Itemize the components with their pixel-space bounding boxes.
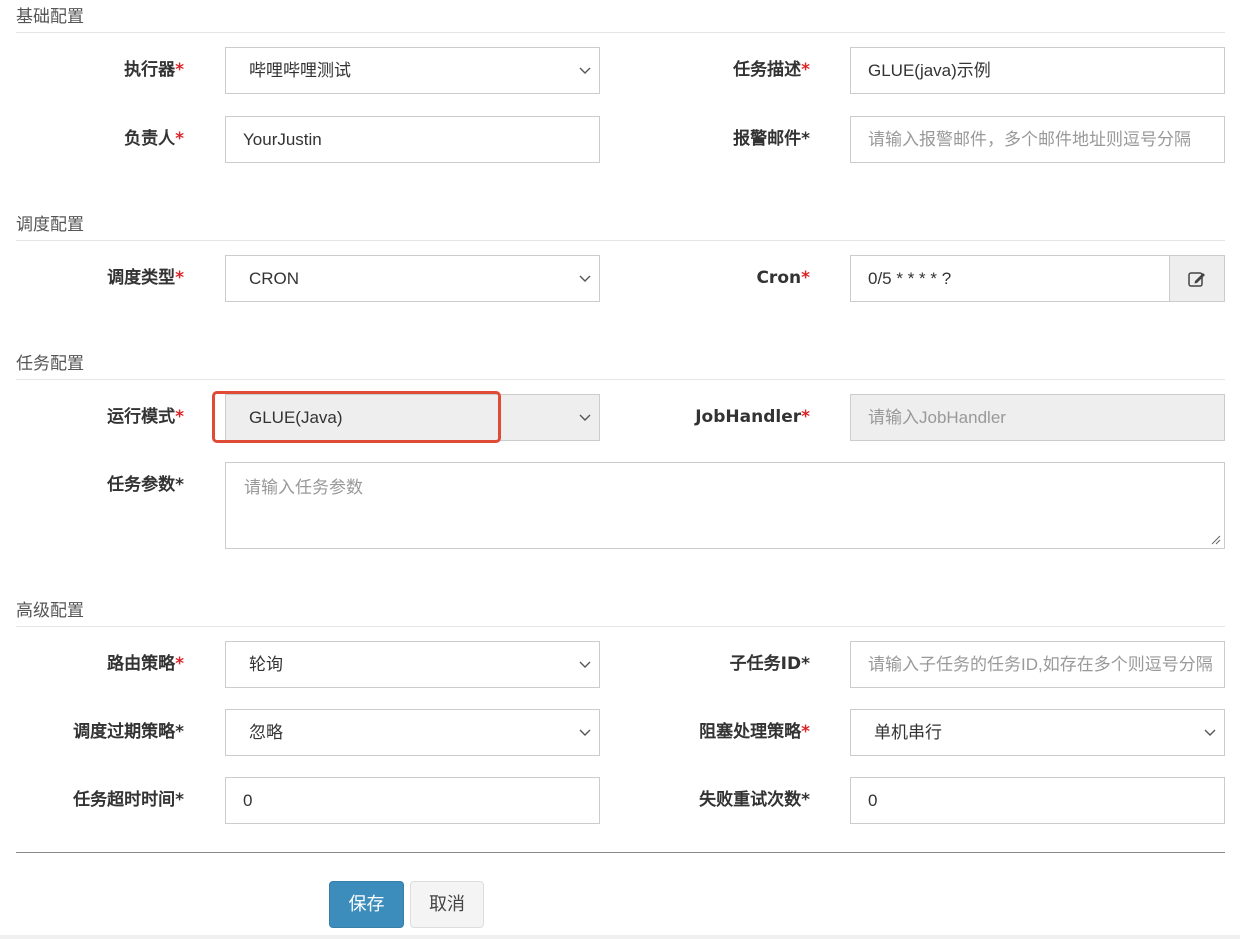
- executor-select[interactable]: 哔哩哔哩测试: [225, 47, 600, 94]
- required-mark: *: [175, 475, 184, 495]
- timeout-value: 0: [243, 791, 253, 810]
- schedule-type-value: CRON: [249, 269, 300, 288]
- timeout-label: 任务超时时间*: [4, 777, 184, 824]
- required-mark: *: [801, 129, 810, 149]
- job-param-textarea[interactable]: 请输入任务参数: [225, 462, 1225, 549]
- job-desc-input[interactable]: GLUE(java)示例: [850, 47, 1225, 94]
- block-strategy-label-text: 阻塞处理策略: [699, 722, 802, 742]
- job-handler-label: JobHandler*: [630, 394, 810, 441]
- required-mark: *: [175, 407, 184, 427]
- route-strategy-select[interactable]: 轮询: [225, 641, 600, 688]
- chevron-down-icon: [579, 729, 591, 736]
- alarm-email-placeholder: 请输入报警邮件，多个邮件地址则逗号分隔: [868, 130, 1191, 149]
- block-strategy-value: 单机串行: [874, 723, 942, 742]
- required-mark: *: [801, 407, 810, 427]
- block-strategy-select[interactable]: 单机串行: [850, 709, 1225, 756]
- job-param-placeholder: 请输入任务参数: [244, 478, 363, 497]
- bottom-strip: [0, 935, 1240, 939]
- child-job-id-label-text: 子任务ID: [729, 654, 802, 674]
- timeout-label-text: 任务超时时间: [73, 790, 176, 810]
- highlight-box: [212, 391, 501, 443]
- author-input[interactable]: YourJustin: [225, 116, 600, 163]
- schedule-type-label: 调度类型*: [4, 255, 184, 302]
- required-mark: *: [175, 60, 184, 80]
- alarm-email-label: 报警邮件*: [630, 116, 810, 163]
- cancel-button[interactable]: 取消: [410, 881, 484, 928]
- section-title-advanced: 高级配置: [16, 600, 1225, 627]
- cron-edit-button[interactable]: [1170, 255, 1225, 302]
- job-param-label-text: 任务参数: [107, 475, 176, 495]
- chevron-down-icon: [579, 414, 591, 421]
- required-mark: *: [801, 790, 810, 810]
- child-job-id-label: 子任务ID*: [630, 641, 810, 688]
- required-mark: *: [801, 60, 810, 80]
- required-mark: *: [801, 654, 810, 674]
- edit-icon: [1188, 272, 1205, 287]
- executor-label: 执行器*: [4, 47, 184, 94]
- job-handler-label-text: JobHandler: [695, 407, 802, 427]
- form-footer-divider: [16, 852, 1225, 853]
- fail-retry-label-text: 失败重试次数: [699, 790, 802, 810]
- job-desc-value: GLUE(java)示例: [868, 61, 991, 80]
- resize-handle-icon[interactable]: [1211, 535, 1221, 545]
- job-param-label: 任务参数*: [4, 462, 184, 509]
- save-button[interactable]: 保存: [329, 881, 404, 928]
- required-mark: *: [175, 722, 184, 742]
- misfire-strategy-label-text: 调度过期策略: [73, 722, 176, 742]
- job-desc-label-text: 任务描述: [733, 60, 802, 80]
- required-mark: *: [175, 790, 184, 810]
- schedule-type-label-text: 调度类型: [107, 268, 176, 288]
- executor-value: 哔哩哔哩测试: [249, 61, 351, 80]
- misfire-strategy-label: 调度过期策略*: [4, 709, 184, 756]
- cron-label: Cron*: [630, 255, 810, 302]
- fail-retry-value: 0: [868, 791, 878, 810]
- section-title-basic: 基础配置: [16, 6, 1225, 33]
- alarm-email-input[interactable]: 请输入报警邮件，多个邮件地址则逗号分隔: [850, 116, 1225, 163]
- required-mark: *: [175, 268, 184, 288]
- child-job-id-placeholder: 请输入子任务的任务ID,如存在多个则逗号分隔: [868, 655, 1213, 674]
- cron-label-text: Cron: [756, 268, 802, 288]
- schedule-type-select[interactable]: CRON: [225, 255, 600, 302]
- author-value: YourJustin: [243, 130, 322, 149]
- fail-retry-label: 失败重试次数*: [630, 777, 810, 824]
- glue-type-label: 运行模式*: [4, 394, 184, 441]
- glue-type-label-text: 运行模式: [107, 407, 176, 427]
- cron-value: 0/5 * * * * ?: [868, 269, 952, 288]
- author-label-text: 负责人: [124, 129, 176, 149]
- block-strategy-label: 阻塞处理策略*: [630, 709, 810, 756]
- required-mark: *: [801, 722, 810, 742]
- chevron-down-icon: [579, 67, 591, 74]
- required-mark: *: [801, 268, 810, 288]
- timeout-input[interactable]: 0: [225, 777, 600, 824]
- alarm-email-label-text: 报警邮件: [733, 129, 802, 149]
- required-mark: *: [175, 654, 184, 674]
- job-handler-input[interactable]: 请输入JobHandler: [850, 394, 1225, 441]
- required-mark: *: [175, 129, 184, 149]
- cron-input[interactable]: 0/5 * * * * ?: [850, 255, 1170, 302]
- misfire-strategy-value: 忽略: [249, 723, 283, 742]
- chevron-down-icon: [579, 661, 591, 668]
- misfire-strategy-select[interactable]: 忽略: [225, 709, 600, 756]
- fail-retry-input[interactable]: 0: [850, 777, 1225, 824]
- job-desc-label: 任务描述*: [630, 47, 810, 94]
- section-title-task: 任务配置: [16, 353, 1225, 380]
- route-strategy-label-text: 路由策略: [107, 654, 176, 674]
- section-title-schedule: 调度配置: [16, 214, 1225, 241]
- job-handler-placeholder: 请输入JobHandler: [868, 408, 1006, 427]
- author-label: 负责人*: [4, 116, 184, 163]
- child-job-id-input[interactable]: 请输入子任务的任务ID,如存在多个则逗号分隔: [850, 641, 1225, 688]
- route-strategy-label: 路由策略*: [4, 641, 184, 688]
- route-strategy-value: 轮询: [249, 655, 283, 674]
- chevron-down-icon: [1204, 729, 1216, 736]
- executor-label-text: 执行器: [124, 60, 176, 80]
- chevron-down-icon: [579, 275, 591, 282]
